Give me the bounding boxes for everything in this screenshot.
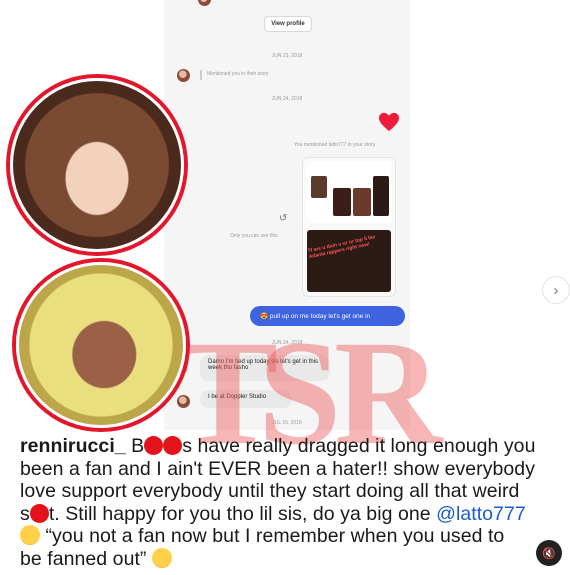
story-card: Tf are u doin u ur ur top 5 fav Atlanta … — [302, 157, 396, 297]
smile-emoji-icon — [20, 525, 40, 545]
only-you-note: Only you can see this — [230, 233, 278, 239]
mention-link[interactable]: @latto777 — [436, 503, 526, 525]
heart-icon — [378, 112, 400, 137]
portrait-bottom — [16, 262, 186, 428]
mute-toggle-button[interactable]: 🔇 — [536, 540, 562, 566]
header-avatar — [198, 0, 211, 6]
history-icon: ↺ — [279, 213, 288, 224]
mention-notice: Mentioned you in their story — [207, 71, 269, 77]
quote-bar — [200, 70, 202, 80]
censor-blot — [29, 503, 49, 523]
story-overlay-text: Tf are u doin u ur ur top 5 fav Atlanta … — [307, 234, 377, 261]
post-caption: rennirucci_ Bs have really dragged it lo… — [20, 435, 536, 570]
caption-username[interactable]: rennirucci_ — [20, 435, 126, 457]
chevron-right-icon: › — [553, 281, 559, 299]
date-separator: JUN 23, 2018 — [271, 53, 303, 59]
speaker-muted-icon: 🔇 — [542, 547, 556, 560]
story-photo: Tf are u doin u ur ur top 5 fav Atlanta … — [307, 230, 391, 292]
story-top-section — [307, 162, 391, 222]
censor-blot — [144, 436, 164, 455]
censor-blot — [163, 436, 183, 455]
next-slide-button[interactable]: › — [542, 276, 570, 304]
date-separator: JUN 24, 2018 — [271, 96, 303, 102]
view-profile-button: View profile — [264, 16, 312, 32]
mention-reply-notice: You mentioned latto777 in your story — [294, 142, 375, 148]
tongue-emoji-icon — [151, 547, 172, 568]
portrait-top — [10, 78, 184, 252]
post-stage: View profile JUN 23, 2018 Mentioned you … — [0, 0, 570, 575]
sender-avatar — [177, 69, 190, 82]
